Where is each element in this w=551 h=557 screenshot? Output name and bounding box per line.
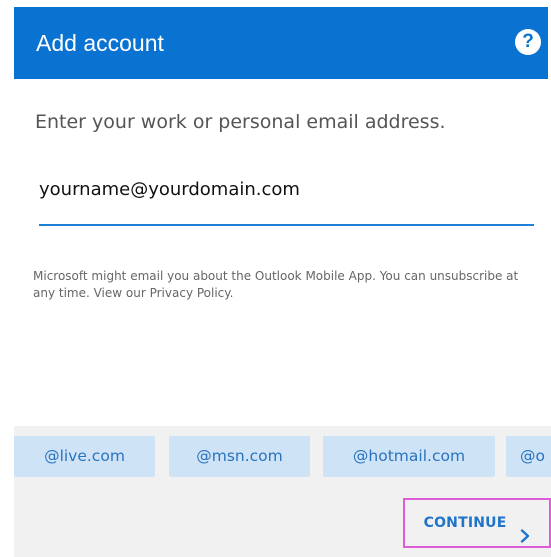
account-form: Enter your work or personal email addres… [14, 79, 548, 426]
continue-button[interactable]: CONTINUE [403, 498, 551, 548]
app-header: Add account ? [14, 7, 548, 79]
help-icon[interactable]: ? [515, 29, 541, 55]
chevron-right-icon [520, 516, 530, 543]
privacy-notice: Microsoft might email you about the Outl… [33, 269, 519, 300]
continue-label: CONTINUE [423, 515, 507, 531]
domain-chip-live[interactable]: @live.com [14, 436, 155, 477]
domain-chip-msn[interactable]: @msn.com [169, 436, 310, 477]
email-prompt: Enter your work or personal email addres… [35, 111, 446, 133]
email-value[interactable]: yourname@yourdomain.com [39, 179, 300, 201]
email-field[interactable]: yourname@yourdomain.com [39, 176, 534, 226]
domain-chip-partial[interactable]: @o [506, 436, 551, 477]
domain-suggestions-bar: @live.com @msn.com @hotmail.com @o [14, 426, 551, 488]
domain-chip-hotmail[interactable]: @hotmail.com [323, 436, 495, 477]
page-title: Add account [36, 30, 164, 56]
footer-bar: CONTINUE [14, 488, 551, 557]
add-account-screen: Add account ? Enter your work or persona… [0, 0, 551, 557]
